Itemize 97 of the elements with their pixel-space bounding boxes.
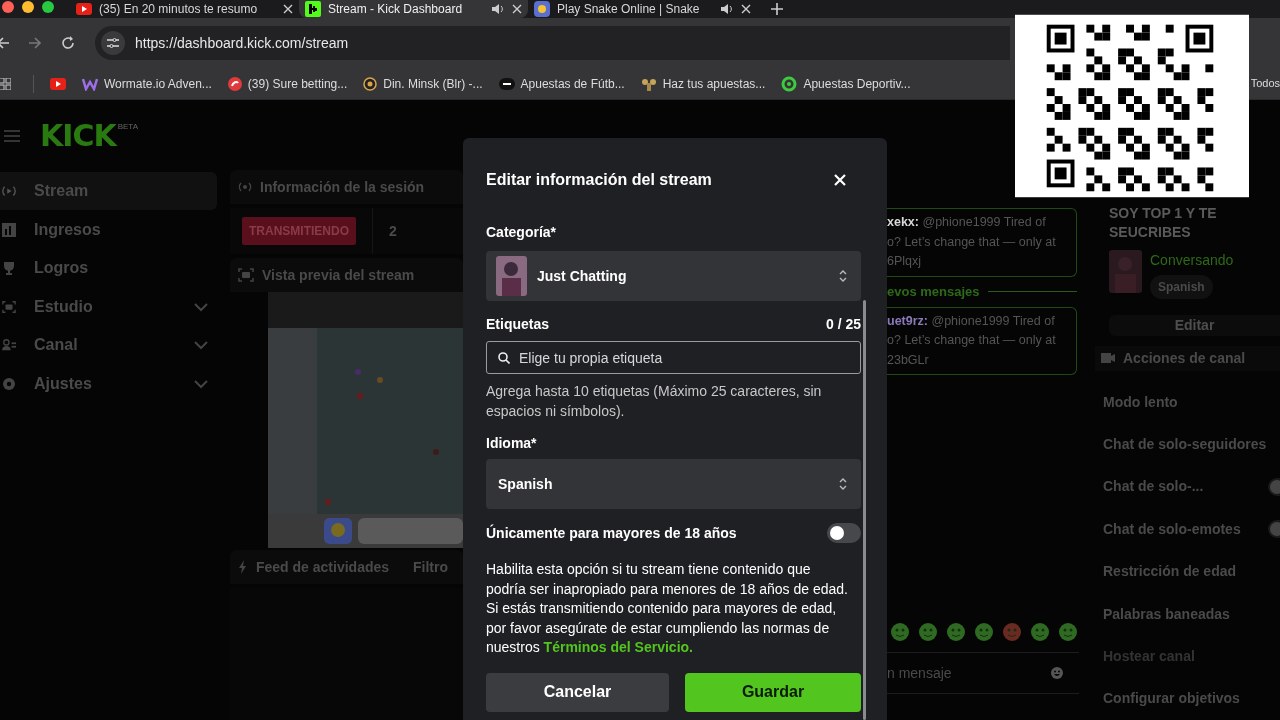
close-icon (741, 4, 751, 14)
field-label: Idioma* (486, 434, 538, 453)
save-button[interactable]: Guardar (685, 672, 861, 712)
filter-button[interactable]: Filtro (413, 556, 448, 578)
emote-icon (947, 623, 965, 641)
close-icon (834, 174, 846, 186)
field-label: Únicamente para mayores de 18 años (486, 523, 737, 543)
action-item[interactable]: Chat de solo-... (1103, 476, 1268, 498)
edit-button[interactable]: Editar (1109, 315, 1280, 336)
bookmark[interactable]: Wormate.io Adven... (82, 74, 212, 93)
address-bar[interactable]: https://dashboard.kick.com/stream (95, 26, 1010, 60)
search-icon (498, 352, 510, 364)
users-icon (2, 338, 16, 352)
tag-search-field[interactable]: Elige tu propia etiqueta (486, 341, 861, 374)
action-item[interactable]: Chat de solo-emotes (1103, 518, 1268, 540)
lightning-icon (238, 560, 248, 574)
nav-item[interactable]: Estudio (0, 287, 217, 326)
camera-icon (1101, 351, 1115, 366)
bookmark[interactable] (50, 77, 66, 90)
chat-input[interactable]: n mensaje (887, 652, 1079, 694)
panel-title: Feed de actividades (256, 557, 390, 577)
bookmark[interactable]: (39) Sure betting... (227, 74, 348, 93)
settings-icon (2, 376, 16, 391)
bar-chart-icon (2, 222, 16, 237)
panel-title: Vista previa del stream (262, 265, 415, 285)
dialog-title: Editar información del stream (486, 170, 712, 190)
emote-icon (1003, 623, 1021, 641)
sliders-icon (107, 38, 119, 48)
emoji-icon (1051, 667, 1063, 679)
action-item[interactable]: Restricción de edad (1103, 561, 1280, 583)
ring-icon (781, 75, 798, 92)
action-item[interactable]: Palabras baneadas (1103, 603, 1280, 625)
category-select[interactable]: Just Chatting (486, 251, 861, 301)
action-item[interactable]: Chat de solo-seguidores (1103, 433, 1280, 455)
tag-counter: 0 / 25 (825, 315, 861, 334)
apps-grid-icon (0, 77, 11, 90)
w-icon (82, 76, 98, 91)
browser-tab[interactable]: Play Snake Online | Snake (528, 0, 757, 18)
menu-icon (4, 130, 20, 142)
bookmark[interactable]: Apuestas de Fútb... (498, 74, 625, 93)
play-icon (76, 3, 92, 15)
action-item[interactable]: Modo lento (1103, 391, 1280, 413)
new-tab-icon (771, 3, 783, 15)
language-select[interactable]: Spanish (486, 459, 861, 509)
new-messages-divider: evos mensajes (887, 282, 980, 301)
action-item[interactable]: Configurar objetivos (1103, 688, 1280, 710)
help-text: Agrega hasta 10 etiquetas (Máximo 25 caracteres, sin espacios ni símbolos). (486, 382, 823, 421)
panel-title: Información de la sesión (260, 177, 425, 197)
panel-title: Acciones de canal (1123, 348, 1246, 368)
bookmark[interactable]: Din. Minsk (Blr) -... (363, 74, 483, 93)
toggle-switch[interactable] (827, 523, 861, 543)
cancel-button[interactable]: Cancelar (486, 672, 669, 712)
field-label: Etiquetas (486, 315, 549, 334)
viewer-count: 2 (389, 221, 397, 241)
nav-item[interactable]: Canal (0, 326, 217, 364)
camera-icon (2, 299, 16, 314)
browser-tab[interactable]: (35) En 20 minutos te resumo (70, 0, 299, 18)
browser-tab[interactable]: Stream - Kick Dashboard (299, 0, 528, 18)
emote-icon (975, 623, 993, 641)
category-link[interactable]: Conversando (1150, 250, 1234, 271)
scrollbar-thumb[interactable] (863, 300, 866, 720)
bookmark[interactable]: Haz tus apuestas... (640, 74, 766, 93)
up-down-icon (839, 478, 847, 490)
qr-code-icon (1015, 14, 1249, 198)
broadcast-icon (2, 184, 16, 198)
back-icon (0, 37, 9, 49)
emote-icon (919, 623, 937, 641)
nav-item[interactable]: Stream (0, 172, 217, 210)
nav-item[interactable]: Ingresos (0, 210, 217, 249)
window-controls-icon (2, 1, 54, 13)
up-down-icon (839, 270, 847, 282)
warning-text: Habilita esta opción si tu stream tiene contenido que podría ser inapropiado para menores de 18 años de edad. Si estás transmitiendo contenido para mayores de edad, por favor asegúrate de estar cumpliendo las normas de nuestros Términos del Servicio. (486, 560, 848, 657)
target-icon (363, 76, 378, 91)
broadcast-icon (238, 181, 252, 193)
emote-icon (1031, 623, 1049, 641)
nav-item[interactable]: Logros (0, 249, 217, 287)
close-icon (283, 4, 293, 14)
play-icon (50, 77, 66, 90)
category-thumbnail-icon (496, 256, 527, 296)
close-icon (512, 4, 522, 14)
language-tag: Spanish (1150, 275, 1213, 299)
emote-icon (1059, 623, 1077, 641)
stream-title: SOY TOP 1 Y TE SEUCRIBES (1108, 204, 1218, 242)
field-label: Categoría* (486, 223, 558, 242)
snake-icon (534, 1, 550, 17)
bookmark[interactable]: Todos (1250, 75, 1280, 92)
forward-icon (29, 37, 41, 49)
bookmark[interactable]: Apuestas Deportiv... (781, 74, 911, 93)
terms-link[interactable]: Términos del Servicio. (543, 639, 693, 655)
camera-icon (238, 268, 254, 282)
swirl-icon (227, 76, 242, 91)
emote-icon (891, 623, 909, 641)
reload-icon (61, 36, 75, 50)
trophy-icon (2, 261, 16, 275)
category-thumbnail-icon (1109, 250, 1142, 293)
site-settings-button[interactable] (101, 31, 125, 55)
nav-item[interactable]: Ajustes (0, 364, 217, 403)
